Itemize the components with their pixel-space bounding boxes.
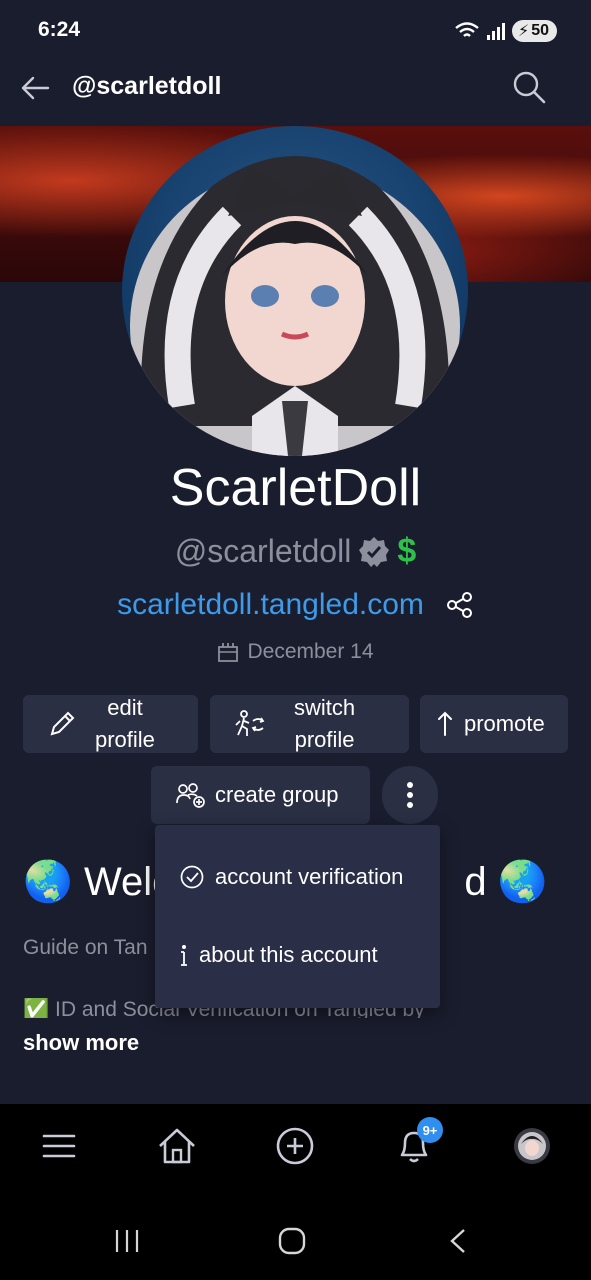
switch-profile-label-1: switch	[294, 695, 356, 720]
link-row: scarletdoll.tangled.com	[0, 588, 591, 622]
upload-arrow-icon	[438, 711, 452, 736]
page-title: @scarletdoll	[72, 72, 222, 100]
group-add-icon	[176, 783, 205, 808]
nav-home[interactable]	[155, 1124, 199, 1168]
menu-icon	[42, 1134, 76, 1158]
nav-profile[interactable]	[510, 1124, 554, 1168]
more-options-button[interactable]	[382, 766, 438, 824]
promote-button[interactable]: promote	[420, 695, 568, 753]
switch-profile-button[interactable]: switch profile	[210, 695, 409, 753]
edit-profile-label-1: edit	[107, 695, 143, 720]
menu-item-account-verification[interactable]: account verification	[155, 847, 440, 907]
info-icon	[181, 945, 187, 966]
bio-guide-text: Guide on Tan	[23, 936, 148, 959]
pencil-icon	[50, 711, 75, 736]
menu-item-label: about this account	[199, 942, 378, 967]
show-more-link[interactable]: show more	[23, 1030, 139, 1056]
battery-indicator: ⚡ 50	[511, 20, 557, 42]
edit-profile-label-2: profile	[95, 727, 155, 752]
options-dropdown-menu: account verification about this account	[155, 825, 440, 1008]
calendar-icon	[218, 643, 239, 662]
home-icon	[159, 1128, 195, 1164]
menu-item-label: account verification	[215, 864, 404, 889]
switch-profile-label-2: profile	[294, 727, 355, 752]
battery-level: 50	[531, 22, 549, 39]
nav-create[interactable]	[273, 1124, 317, 1168]
welcome-text-end: d	[464, 860, 487, 904]
profile-handle: @scarletdoll	[174, 533, 352, 569]
profile-avatar[interactable]	[122, 126, 468, 456]
avatar-portrait	[130, 156, 460, 456]
notifications-badge: 9+	[417, 1117, 443, 1143]
status-icons: ⚡ 50	[454, 20, 557, 42]
share-icon[interactable]	[446, 591, 474, 619]
home-button-icon[interactable]	[278, 1227, 306, 1255]
add-circle-icon	[276, 1127, 314, 1165]
signal-icon	[486, 23, 505, 40]
recent-apps-icon[interactable]	[114, 1228, 140, 1254]
dollar-badge: $	[397, 532, 417, 570]
menu-item-about-account[interactable]: about this account	[155, 925, 440, 985]
switch-profile-icon	[235, 710, 265, 736]
check-circle-icon	[180, 865, 204, 889]
globe-icon: 🌏	[23, 860, 73, 904]
bottom-navigation	[0, 1104, 591, 1186]
profile-link[interactable]: scarletdoll.tangled.com	[117, 588, 424, 622]
joined-date-row: December 14	[0, 640, 591, 664]
status-time: 6:24	[38, 18, 81, 41]
nav-menu[interactable]	[37, 1124, 81, 1168]
search-icon[interactable]	[510, 68, 548, 106]
check-emoji-icon: ✅	[23, 998, 50, 1018]
back-button-icon[interactable]	[448, 1228, 468, 1254]
more-vertical-icon	[407, 782, 413, 808]
create-group-label: create group	[215, 782, 339, 807]
globe-icon-end: 🌏	[497, 860, 548, 904]
avatar	[514, 1128, 550, 1164]
handle-row: @scarletdoll $	[0, 532, 591, 571]
edit-profile-button[interactable]: edit profile	[23, 695, 198, 753]
system-navigation-bar	[0, 1186, 591, 1280]
promote-label: promote	[464, 711, 545, 736]
create-group-button[interactable]: create group	[151, 766, 370, 824]
wifi-icon	[455, 22, 479, 37]
joined-date: December 14	[247, 640, 374, 663]
display-name: ScarletDoll	[169, 459, 422, 517]
back-arrow-icon[interactable]	[18, 70, 54, 106]
verified-icon	[359, 536, 390, 567]
battery-icon: ⚡	[517, 23, 530, 40]
